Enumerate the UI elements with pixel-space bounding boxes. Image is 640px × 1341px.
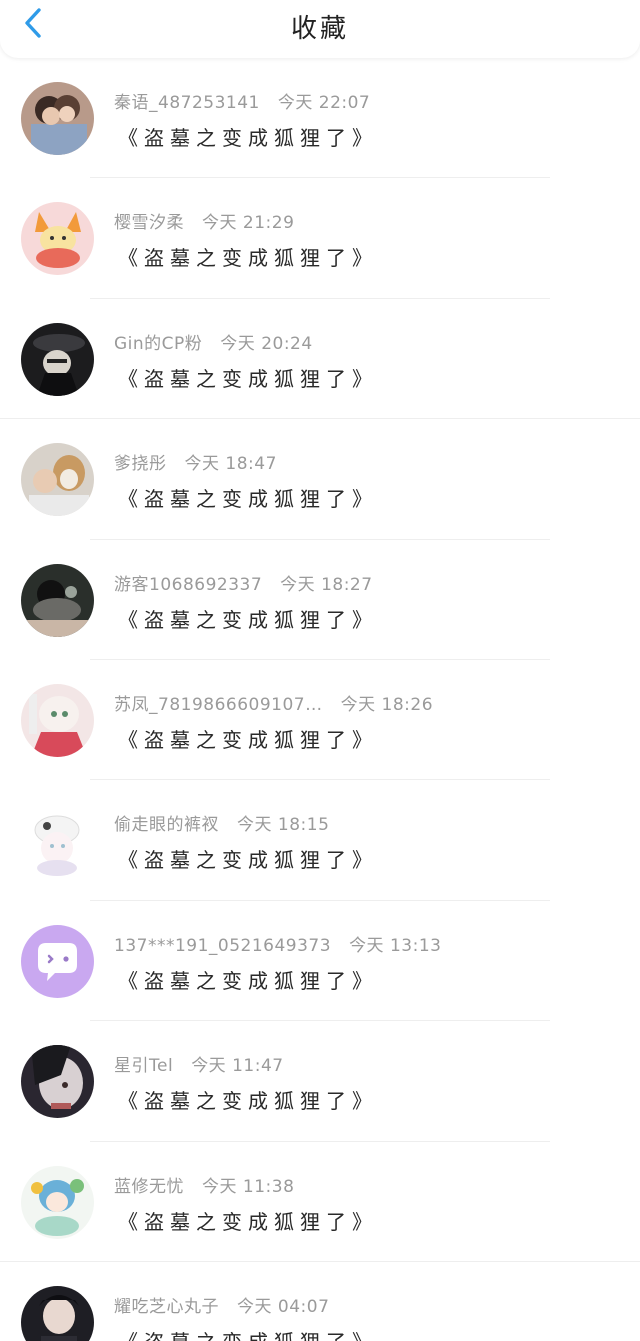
username: 游客1068692337 (114, 574, 263, 595)
list-item[interactable]: 偷走眼的裤衩 今天 18:15 《盗墓之变成狐狸了》 (0, 780, 640, 901)
list-item[interactable]: 蓝修无忧 今天 11:38 《盗墓之变成狐狸了》 (0, 1142, 640, 1262)
book-title: 《盗墓之变成狐狸了》 (118, 366, 378, 391)
favorites-list: 秦语_487253141 今天 22:07 《盗墓之变成狐狸了》 樱雪汐柔 今天 2… (0, 58, 640, 1341)
timestamp: 今天 11:38 (202, 1176, 295, 1197)
user-avatar[interactable] (21, 1285, 94, 1341)
book-title: 《盗墓之变成狐狸了》 (118, 727, 378, 752)
book-title: 《盗墓之变成狐狸了》 (118, 968, 378, 993)
timestamp: 今天 13:13 (349, 935, 442, 956)
page-title: 收藏 (290, 14, 349, 44)
username: 星引Tel (114, 1056, 174, 1077)
username: 苏凤_7819866609107… (114, 694, 323, 715)
list-item[interactable]: 秦语_487253141 今天 22:07 《盗墓之变成狐狸了》 (0, 58, 640, 179)
user-avatar[interactable] (21, 82, 94, 155)
list-item[interactable]: Gin的CP粉 今天 20:24 《盗墓之变成狐狸了》 (0, 299, 640, 420)
timestamp: 今天 20:24 (220, 333, 313, 354)
username: 137***191_0521649373 (114, 935, 332, 956)
list-item[interactable]: 星引Tel 今天 11:47 《盗墓之变成狐狸了》 (0, 1021, 640, 1142)
chat-icon[interactable] (21, 924, 94, 998)
user-avatar[interactable] (21, 563, 94, 637)
username: 爹挠彤 (114, 454, 167, 475)
list-item[interactable]: 游客1068692337 今天 18:27 《盗墓之变成狐狸了》 (0, 540, 640, 660)
book-title: 《盗墓之变成狐狸了》 (118, 1326, 378, 1341)
username: 偷走眼的裤衩 (114, 815, 219, 836)
list-item[interactable]: 爹挠彤 今天 18:47 《盗墓之变成狐狸了》 (0, 419, 640, 540)
book-title: 《盗墓之变成狐狸了》 (118, 607, 378, 632)
timestamp: 今天 11:47 (191, 1056, 284, 1077)
list-item[interactable]: 137***191_0521649373 今天 13:13 《盗墓之变成狐狸了》 (0, 901, 640, 1022)
timestamp: 今天 18:26 (340, 694, 434, 715)
user-avatar[interactable] (21, 1165, 94, 1239)
book-title: 《盗墓之变成狐狸了》 (118, 126, 378, 150)
timestamp: 今天 18:47 (184, 454, 277, 475)
list-item[interactable]: 耀吃芝心丸子今天 04:07 《盗墓之变成狐狸了》 (0, 1262, 640, 1341)
book-title: 《盗墓之变成狐狸了》 (118, 1209, 378, 1234)
book-title: 《盗墓之变成狐狸了》 (118, 848, 378, 873)
user-avatar[interactable] (21, 202, 94, 276)
timestamp: 今天 04:07 (237, 1296, 330, 1317)
user-avatar[interactable] (21, 322, 94, 396)
user-avatar[interactable] (21, 683, 94, 757)
timestamp: 今天 18:27 (280, 574, 373, 595)
timestamp: 今天 18:15 (237, 815, 330, 836)
username: 樱雪汐柔 (114, 213, 184, 234)
list-item[interactable]: 樱雪汐柔 今天 21:29 《盗墓之变成狐狸了》 (0, 178, 640, 299)
book-title: 《盗墓之变成狐狸了》 (118, 1089, 378, 1114)
username: 耀吃芝心丸子 (114, 1296, 219, 1317)
book-title: 《盗墓之变成狐狸了》 (118, 487, 378, 512)
user-avatar[interactable] (21, 443, 94, 517)
user-avatar[interactable] (21, 1045, 94, 1119)
username: 秦语_487253141 (114, 93, 260, 113)
top-bar: 收藏 (0, 0, 640, 58)
timestamp: 今天 21:29 (202, 213, 295, 234)
list-item[interactable]: 苏凤_7819866609107… 今天 18:26 《盗墓之变成狐狸了》 (0, 660, 640, 781)
username: Gin的CP粉 (114, 333, 203, 354)
timestamp: 今天 22:07 (277, 93, 371, 113)
username: 蓝修无忧 (114, 1176, 184, 1197)
user-avatar[interactable] (21, 804, 94, 878)
book-title: 《盗墓之变成狐狸了》 (118, 246, 378, 271)
